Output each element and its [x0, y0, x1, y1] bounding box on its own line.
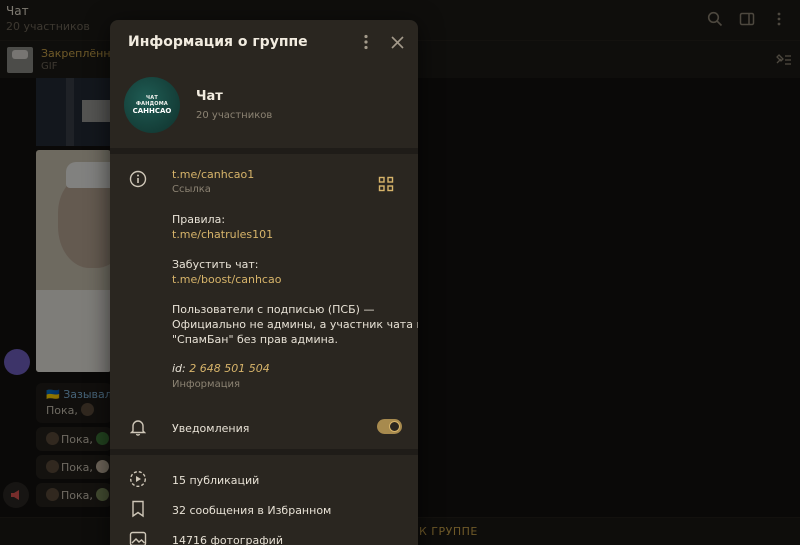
group-id[interactable]: id: 2 648 501 504 — [172, 362, 270, 375]
close-icon[interactable] — [387, 32, 407, 52]
group-link-label: Ссылка — [172, 184, 211, 195]
rules-label: Правила: — [172, 213, 226, 226]
description-line: Пользователи с подписью (ПСБ) — — [172, 303, 375, 316]
info-icon — [128, 169, 148, 189]
bookmark-icon — [128, 499, 148, 519]
info-label: Информация — [172, 379, 241, 390]
posts-icon — [128, 469, 148, 489]
group-link[interactable]: t.me/canhcao1 — [172, 168, 254, 181]
group-avatar[interactable]: ЧАТ ФАНДОМА САНHCAO — [124, 77, 180, 133]
notifications-label: Уведомления — [172, 422, 250, 435]
group-info-panel: Информация о группе ЧАТ ФАНДОМА САНHCAO … — [110, 20, 418, 545]
media-photos-item[interactable]: 14716 фотографий — [172, 534, 283, 545]
rules-link[interactable]: t.me/chatrules101 — [172, 228, 273, 241]
description-line: "СпамБан" без прав админа. — [172, 333, 339, 346]
media-posts-item[interactable]: 15 публикаций — [172, 474, 259, 487]
panel-title: Информация о группе — [128, 34, 308, 50]
boost-label: Забустить чат: — [172, 258, 259, 271]
group-name: Чат — [196, 89, 223, 104]
section-divider — [110, 148, 418, 154]
section-divider — [110, 449, 418, 455]
qr-code-icon[interactable] — [378, 176, 394, 192]
photo-icon — [128, 529, 148, 545]
description-line: Официально не админы, а участник чата по… — [172, 318, 418, 331]
group-members-count: 20 участников — [196, 110, 273, 121]
notifications-toggle[interactable] — [377, 419, 402, 434]
bell-icon — [128, 417, 148, 437]
boost-link[interactable]: t.me/boost/canhcao — [172, 273, 281, 286]
media-saved-item[interactable]: 32 сообщения в Избранном — [172, 504, 331, 517]
more-options-icon[interactable] — [357, 32, 375, 52]
